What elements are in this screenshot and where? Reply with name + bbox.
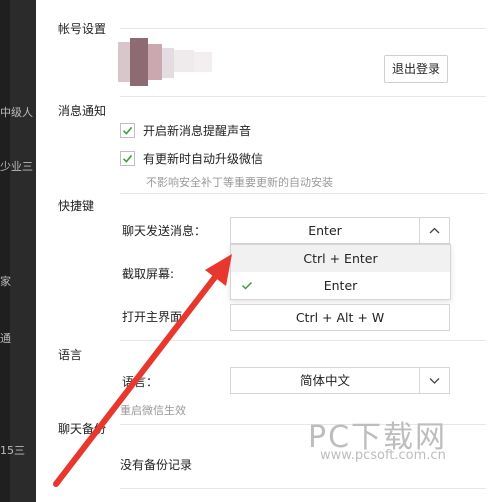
checkbox-auto-update-label: 有更新时自动升级微信 [143, 152, 264, 166]
checkbox-auto-update[interactable]: 有更新时自动升级微信 [120, 150, 263, 167]
divider [120, 488, 486, 489]
section-notifications-title: 消息通知 [58, 104, 107, 118]
option-ctrl-enter-label: Ctrl + Enter [303, 251, 378, 266]
checkbox-sound-label: 开启新消息提醒声音 [143, 124, 252, 138]
chevron-up-icon[interactable] [419, 218, 449, 243]
send-message-dropdown: Ctrl + Enter Enter [230, 244, 451, 300]
settings-panel: 帐号设置 退出登录 消息通知 开启新消息提醒声音 有更新时自动升级微信 不影响安… [36, 0, 500, 502]
open-main-label: 打开主界面: [122, 310, 187, 324]
sidebar-fragment-4[interactable]: 通 [0, 330, 36, 346]
screenshot-label: 截取屏幕: [122, 267, 175, 281]
auto-update-hint: 不影响安全补丁等重要更新的自动安装 [146, 176, 333, 189]
send-message-value: Enter [308, 223, 342, 238]
checkbox-sound[interactable]: 开启新消息提醒声音 [120, 122, 251, 139]
sidebar-fragment-1[interactable]: 中级人 [0, 104, 36, 120]
open-main-value: Ctrl + Alt + W [295, 310, 385, 325]
sidebar-fragment-2[interactable]: 少业三 [0, 158, 36, 174]
divider [120, 340, 486, 341]
logout-button[interactable]: 退出登录 [384, 55, 448, 83]
dropdown-option-enter[interactable]: Enter [231, 272, 450, 299]
language-label: 语言： [122, 375, 159, 389]
send-message-label: 聊天发送消息： [122, 224, 207, 238]
section-account-title: 帐号设置 [58, 22, 107, 36]
section-backup-title: 聊天备份 [58, 422, 107, 436]
divider [120, 28, 486, 29]
divider [120, 96, 486, 97]
send-message-select[interactable]: Enter [230, 217, 450, 244]
section-shortcuts-title: 快捷键 [58, 199, 95, 213]
no-backup-text: 没有备份记录 [120, 458, 193, 472]
language-value: 简体中文 [299, 373, 350, 388]
section-language-title: 语言 [58, 348, 83, 362]
checkbox-checked-icon[interactable] [120, 151, 135, 166]
option-enter-label: Enter [323, 278, 358, 293]
sidebar-fragment-5[interactable]: 15三 [0, 442, 36, 458]
chevron-down-icon[interactable] [419, 368, 449, 393]
checkbox-checked-icon[interactable] [120, 123, 135, 138]
watermark-url: www.pcsoft.com.cn [320, 448, 446, 463]
left-edge-strip [0, 0, 10, 502]
dropdown-option-ctrl-enter[interactable]: Ctrl + Enter [231, 245, 450, 272]
left-app-strip: 中级人 少业三 家 通 15三 [0, 0, 36, 502]
restart-hint: 重启微信生效 [120, 404, 186, 417]
open-main-shortcut-field[interactable]: Ctrl + Alt + W [230, 304, 450, 331]
language-select[interactable]: 简体中文 [230, 367, 450, 394]
sidebar-fragment-3[interactable]: 家 [0, 273, 36, 289]
divider [120, 193, 486, 194]
blurred-avatar-image [118, 38, 238, 88]
